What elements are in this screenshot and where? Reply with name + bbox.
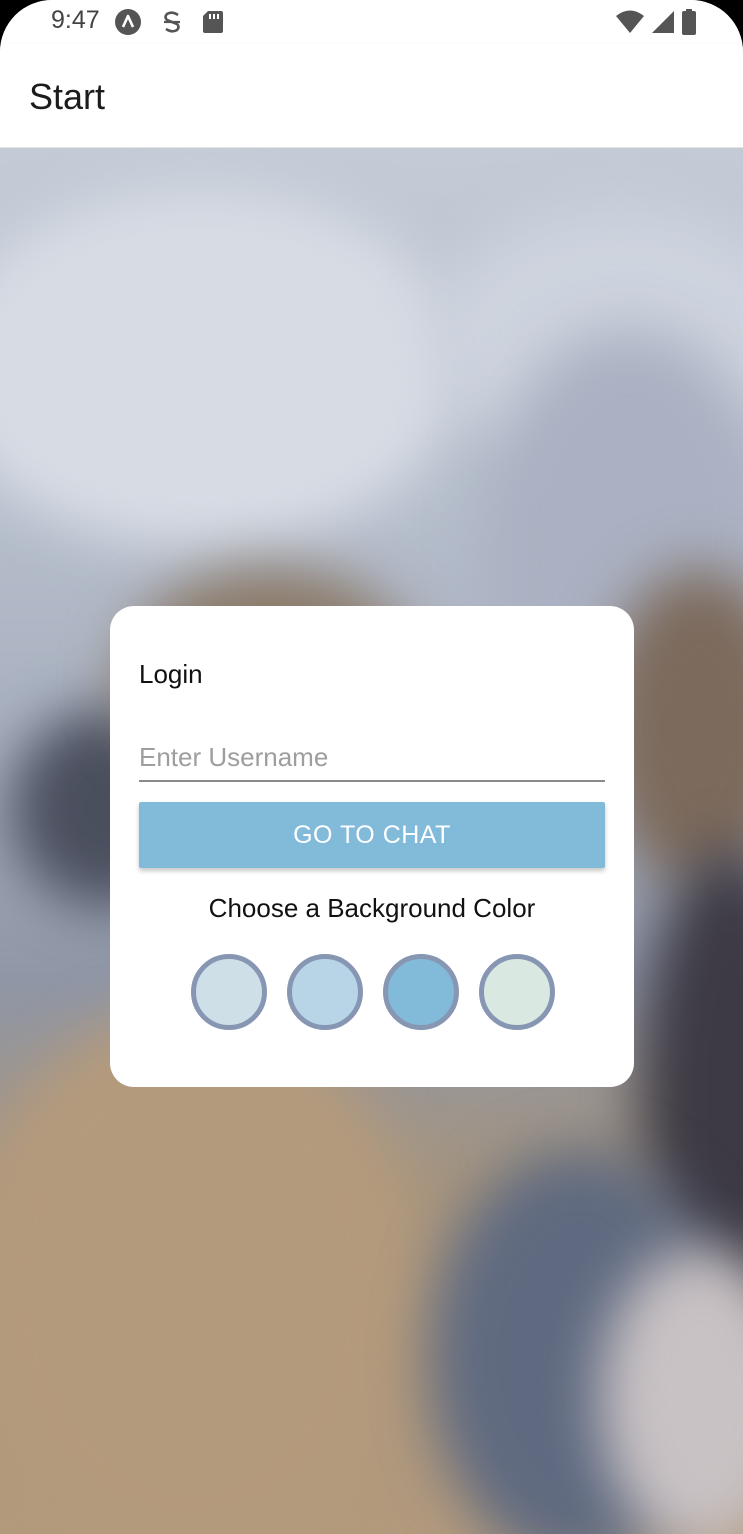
login-title: Login [139, 659, 203, 689]
login-card: Login GO TO CHAT Choose a Background Col… [110, 606, 634, 1087]
color-swatch-3[interactable] [383, 954, 459, 1030]
color-swatch-group [191, 954, 555, 1030]
app-notification-icon [115, 9, 141, 35]
cellular-signal-icon [652, 11, 674, 33]
background-color-heading: Choose a Background Color [208, 893, 536, 923]
username-input[interactable] [139, 734, 605, 782]
app-bar: Start [0, 44, 743, 148]
go-to-chat-button[interactable]: GO TO CHAT [139, 802, 605, 868]
sd-card-icon [203, 11, 223, 33]
status-time: 9:47 [51, 6, 100, 34]
status-right-icons [615, 8, 697, 36]
phone-screen: 9:47 Start Login Enter Username GO TO CH… [0, 0, 743, 1534]
battery-icon [682, 9, 696, 35]
status-bar: 9:47 [0, 0, 743, 44]
color-swatch-2[interactable] [287, 954, 363, 1030]
page-title: Start [29, 76, 106, 117]
wifi-icon [616, 10, 644, 33]
color-swatch-4[interactable] [479, 954, 555, 1030]
color-swatch-1[interactable] [191, 954, 267, 1030]
settings-s-icon [164, 11, 180, 33]
